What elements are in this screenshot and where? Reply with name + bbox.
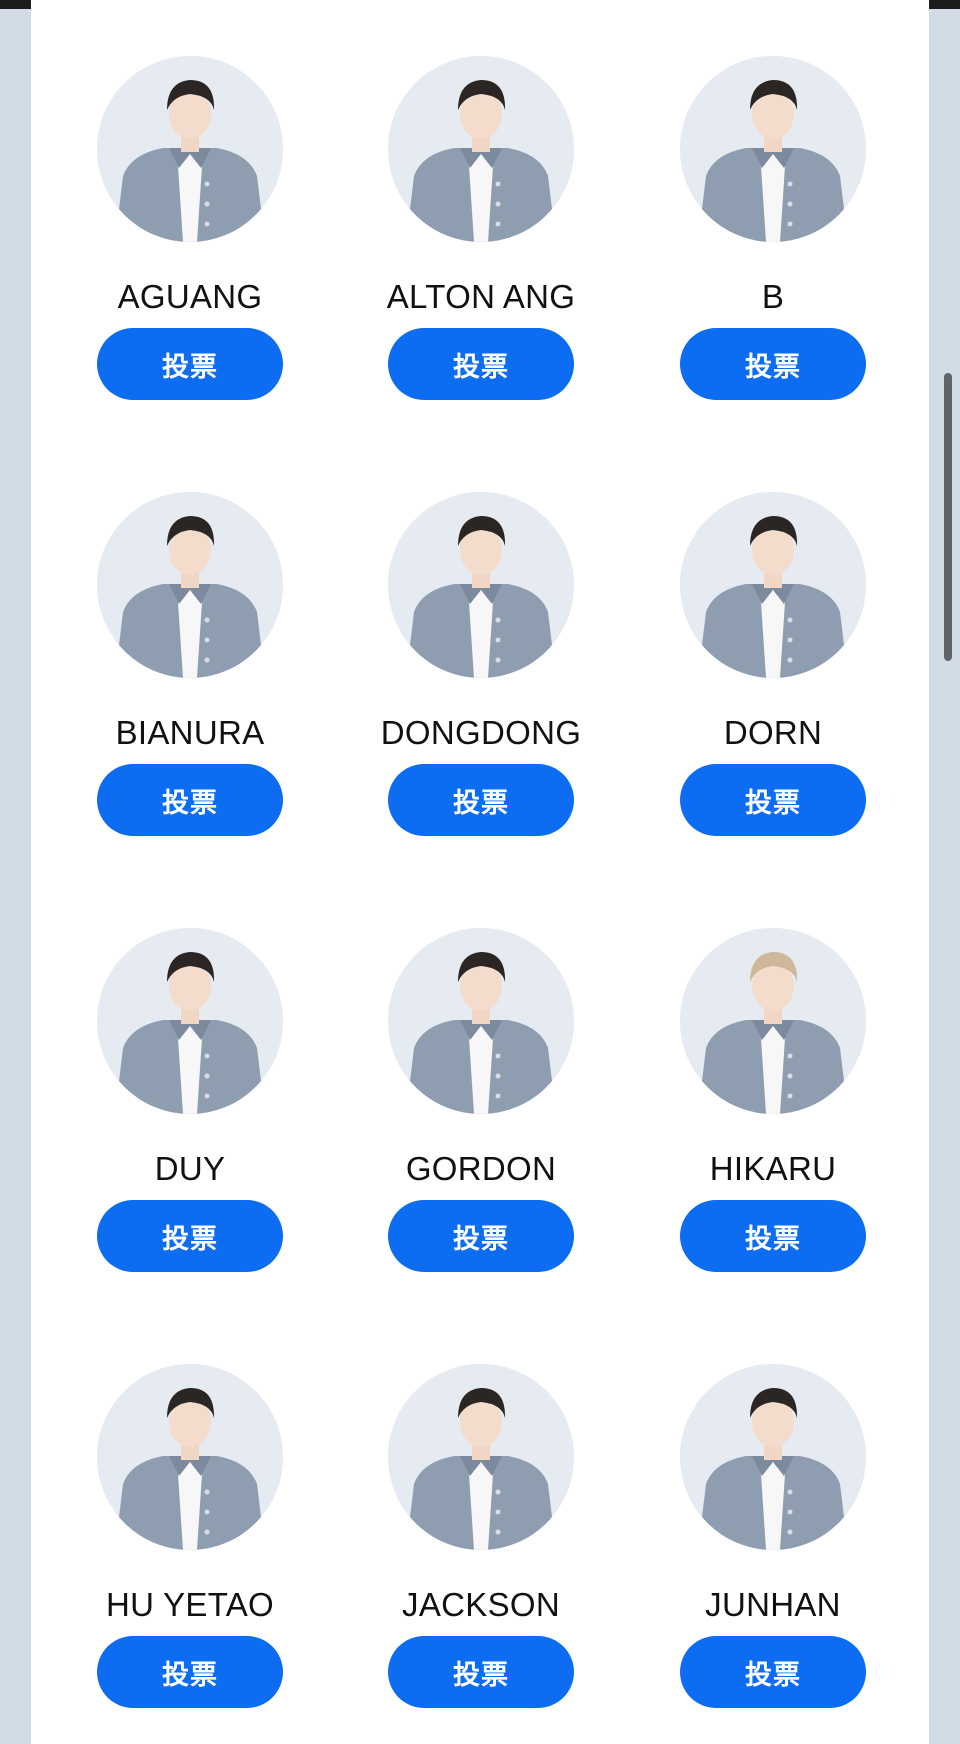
candidate-photo — [97, 928, 283, 1114]
candidate-photo — [97, 1364, 283, 1550]
candidate-card: GORDON 投票 — [388, 872, 574, 1272]
candidate-photo — [388, 492, 574, 678]
candidate-photo — [97, 56, 283, 242]
vote-button[interactable]: 投票 — [680, 764, 866, 836]
candidate-photo — [680, 56, 866, 242]
candidate-name: DORN — [723, 714, 823, 751]
vote-button[interactable]: 投票 — [680, 1636, 866, 1708]
candidate-card: ALTON ANG 投票 — [387, 0, 575, 400]
candidate-card: DORN 投票 — [680, 436, 866, 836]
candidate-card: BIANURA 投票 — [97, 436, 283, 836]
candidate-photo — [388, 56, 574, 242]
candidate-photo — [680, 492, 866, 678]
vote-button[interactable]: 投票 — [97, 328, 283, 400]
candidate-photo — [97, 492, 283, 678]
candidate-name: JUNHAN — [705, 1586, 841, 1623]
vote-button[interactable]: 投票 — [97, 764, 283, 836]
vote-button[interactable]: 投票 — [388, 1636, 574, 1708]
candidate-name: JACKSON — [402, 1586, 560, 1623]
candidate-card: JUNHAN 投票 — [680, 1308, 866, 1708]
vote-button[interactable]: 投票 — [388, 764, 574, 836]
candidate-photo — [388, 1364, 574, 1550]
candidate-card: HU YETAO 投票 — [97, 1308, 283, 1708]
candidate-photo — [680, 928, 866, 1114]
candidate-grid: AGUANG 投票 ALTON ANG 投票 B 投票 BIANURA 投票 D… — [0, 0, 960, 1744]
candidate-name: AGUANG — [117, 278, 263, 315]
scrollbar-track[interactable] — [936, 0, 960, 1744]
candidate-card: JACKSON 投票 — [388, 1308, 574, 1708]
candidate-name: DONGDONG — [380, 714, 582, 751]
vote-button[interactable]: 投票 — [388, 1200, 574, 1272]
candidate-name: BIANURA — [115, 714, 265, 751]
candidate-card: B 投票 — [680, 0, 866, 400]
candidate-name: ALTON ANG — [386, 278, 576, 315]
candidate-card: HIKARU 投票 — [680, 872, 866, 1272]
vote-button[interactable]: 投票 — [680, 1200, 866, 1272]
candidate-card: AGUANG 投票 — [97, 0, 283, 400]
candidate-name: B — [761, 278, 785, 315]
vote-button[interactable]: 投票 — [680, 328, 866, 400]
vote-button[interactable]: 投票 — [388, 328, 574, 400]
candidate-name: HU YETAO — [105, 1586, 275, 1623]
candidate-name: HIKARU — [709, 1150, 837, 1187]
candidate-name: DUY — [154, 1150, 226, 1187]
candidate-photo — [388, 928, 574, 1114]
scrollbar-thumb[interactable] — [944, 373, 952, 661]
candidate-name: GORDON — [405, 1150, 557, 1187]
vote-button[interactable]: 投票 — [97, 1636, 283, 1708]
candidate-card: DONGDONG 投票 — [381, 436, 581, 836]
vote-button[interactable]: 投票 — [97, 1200, 283, 1272]
candidate-card: DUY 投票 — [97, 872, 283, 1272]
candidate-photo — [680, 1364, 866, 1550]
